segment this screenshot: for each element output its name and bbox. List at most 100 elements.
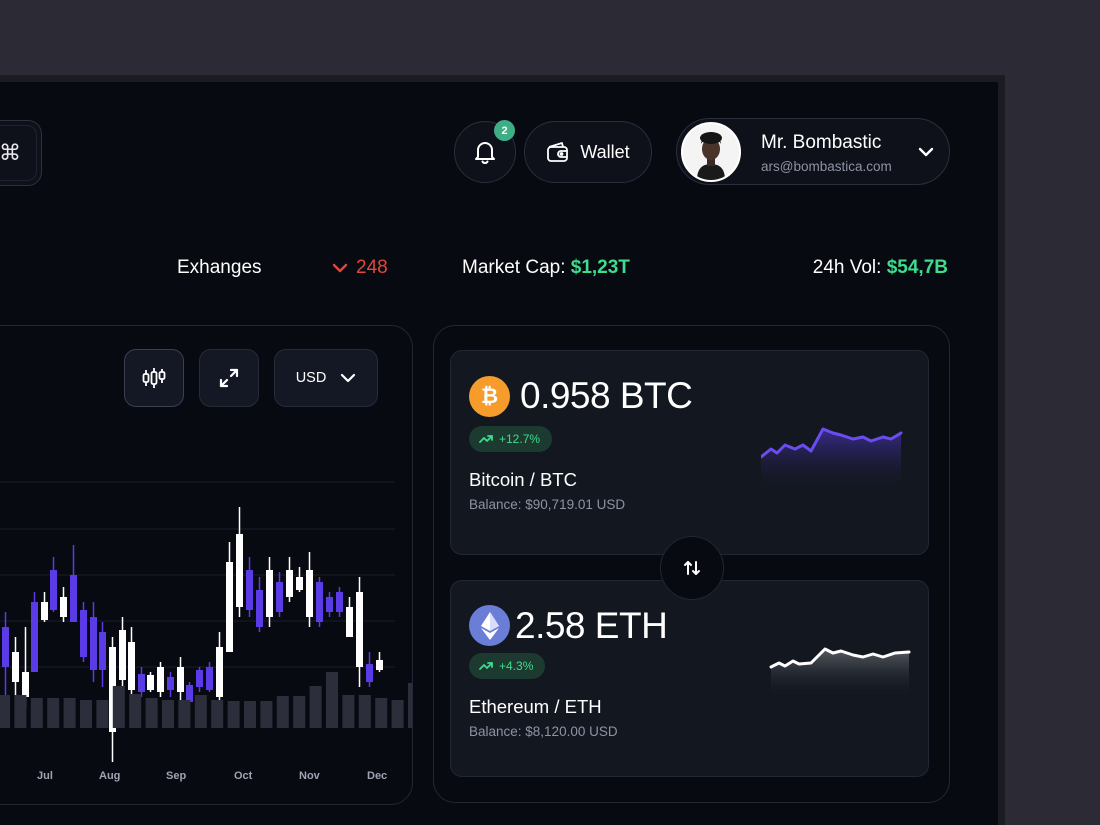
command-menu-button[interactable]: ⌘ [0,120,42,186]
volume-bar [47,698,60,728]
currency-select[interactable]: USD [274,349,378,407]
volume-bar [375,698,388,728]
candlestick-chart[interactable] [0,462,412,762]
candle-body [376,660,383,670]
candle-body [22,672,29,697]
market-cap-label: Market Cap: [462,257,566,278]
candle-body [276,582,283,612]
candle-body [216,647,223,697]
notification-count-badge: 2 [494,120,515,141]
candle-body [296,577,303,590]
volume-value: $54,7B [886,257,948,278]
command-icon: ⌘ [0,140,21,165]
bitcoin-icon: ₿ [469,376,510,417]
candle-body [366,664,373,682]
coin-amount: 2.58 ETH [515,605,668,646]
volume-bar [260,701,273,728]
month-label: Oct [234,770,253,782]
candle-body [346,607,353,637]
volume-bar [408,683,412,728]
swap-button[interactable] [660,536,724,600]
candle-body [186,685,193,702]
candle-body [246,570,253,610]
candle-body [206,667,213,690]
coin-pair: Ethereum / ETH [469,696,602,717]
market-cap-value: $1,23T [570,257,630,278]
volume-bar [162,700,174,728]
candle-body [119,630,126,680]
eth-sparkline [769,647,911,698]
volume-bar [112,686,125,728]
month-label: Dec [367,770,388,782]
candle-body [177,667,184,692]
chart-type-button[interactable] [124,349,184,407]
volume-bar [326,672,338,728]
user-name: Mr. Bombastic [761,132,882,153]
currency-value: USD [295,370,327,386]
coin-balance: Balance: $90,719.01 USD [469,497,626,512]
candle-body [356,592,363,667]
candlestick-icon [142,368,166,388]
volume-bar [14,695,27,728]
volume-bar [178,700,191,728]
wallet-label: Wallet [580,141,630,162]
volume-24h: 24h Vol: $54,7B [813,257,948,279]
wallet-button[interactable]: Wallet [524,121,652,183]
volume-bar [30,698,43,728]
candle-body [128,642,135,690]
volume-bar [194,695,207,728]
chevron-down-icon [341,373,356,383]
candle-body [60,597,67,617]
wallet-icon [547,142,569,162]
chevron-down-icon [332,263,348,273]
user-email: ars@bombastica.com [761,159,892,174]
candle-body [326,597,333,612]
exchanges-label: Exhanges [177,257,262,278]
candle-body [196,670,203,687]
volume-label: 24h Vol: [812,257,882,278]
candle-body [99,632,106,670]
coin-balance: Balance: $8,120.00 USD [469,724,618,739]
candle-body [2,627,9,667]
volume-bar [80,700,92,728]
volume-bar [129,694,142,728]
volume-bar [211,700,224,728]
volume-bar [0,695,10,728]
expand-chart-button[interactable] [199,349,259,407]
candle-body [236,534,243,607]
volume-bar [276,696,289,728]
month-label: Aug [99,770,121,782]
candle-body [147,675,154,690]
volume-bar [227,701,240,728]
change-badge: +12.7% [469,426,553,452]
volume-bar [309,686,322,728]
month-label: Nov [299,770,320,782]
candle-body [70,575,77,622]
month-label: Jul [37,770,53,782]
volume-bar [293,696,306,728]
trend-up-icon [479,435,493,443]
exchanges-count: 248 [356,257,388,278]
candle-body [12,652,19,682]
candle-body [50,570,57,610]
coin-card-eth[interactable]: 2.58 ETH +4.3% Ethereum / ETH Balance: $… [450,580,929,777]
candle-body [41,602,48,620]
candle-body [316,582,323,622]
month-label: Sep [166,770,187,782]
candle-body [336,592,343,612]
bell-icon [475,142,495,164]
candle-body [167,677,174,690]
user-menu[interactable]: Mr. Bombastic ars@bombastica.com [676,118,950,185]
volume-bar [244,701,256,728]
change-value: +12.7% [499,432,541,446]
ethereum-icon [469,605,510,646]
coin-amount: 0.958 BTC [520,375,693,416]
coin-card-btc[interactable]: ₿ 0.958 BTC +12.7% Bitcoin / BTC Balance… [450,350,929,555]
volume-bar [358,695,371,728]
candle-body [286,570,293,597]
dashboard-screen: ⌘ 2 Wallet Mr. Bombastic ars@bombastica.… [0,82,998,825]
btc-sparkline [761,427,903,493]
candle-body [90,617,97,670]
avatar [681,122,741,182]
volume-bar [63,698,76,728]
